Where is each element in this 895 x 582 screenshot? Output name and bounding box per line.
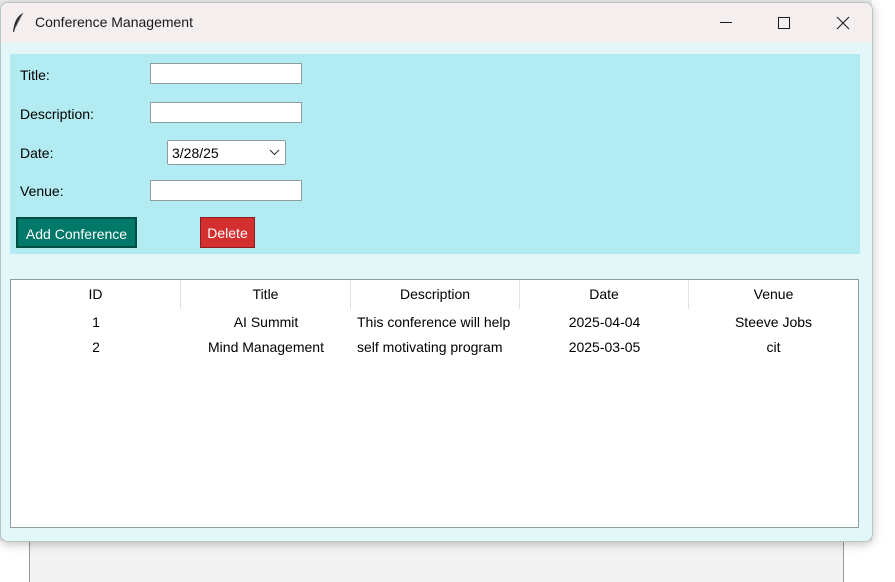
column-header-date[interactable]: Date: [520, 280, 689, 309]
cell-title: Mind Management: [208, 339, 324, 355]
description-input[interactable]: [150, 102, 302, 123]
table-row[interactable]: 1 AI Summit This conference will help 20…: [11, 310, 858, 335]
date-label: Date:: [20, 145, 54, 161]
maximize-button[interactable]: [755, 3, 813, 42]
table-header: ID Title Description Date Venue: [11, 280, 858, 309]
description-label: Description:: [20, 106, 94, 122]
venue-input[interactable]: [150, 180, 302, 201]
minimize-icon: [720, 22, 732, 23]
venue-label: Venue:: [20, 183, 64, 199]
column-header-venue[interactable]: Venue: [689, 280, 858, 309]
title-label: Title:: [20, 67, 50, 83]
column-header-title[interactable]: Title: [181, 280, 351, 309]
column-header-id[interactable]: ID: [11, 280, 181, 309]
cell-date: 2025-03-05: [568, 339, 641, 355]
chevron-down-icon[interactable]: [269, 149, 280, 156]
close-button[interactable]: [813, 3, 871, 42]
title-input[interactable]: [150, 63, 302, 84]
delete-button[interactable]: Delete: [200, 217, 255, 248]
app-window: Conference Management Title: Description…: [0, 2, 873, 542]
feather-icon: [11, 12, 25, 34]
minimize-button[interactable]: [697, 3, 755, 42]
cell-description: self motivating program: [357, 339, 503, 355]
add-conference-button[interactable]: Add Conference: [16, 217, 137, 248]
cell-venue: Steeve Jobs: [734, 314, 813, 330]
title-bar[interactable]: Conference Management: [1, 3, 872, 42]
cell-title: AI Summit: [233, 314, 299, 330]
conference-table[interactable]: ID Title Description Date Venue 1 AI Sum…: [10, 279, 859, 528]
conference-form: Title: Description: Date: 3/28/25 Venue:…: [10, 54, 860, 254]
table-row[interactable]: 2 Mind Management self motivating progra…: [11, 335, 858, 360]
cell-id: 1: [92, 314, 100, 330]
window-title: Conference Management: [35, 14, 193, 30]
maximize-icon: [778, 17, 790, 29]
date-value: 3/28/25: [172, 145, 219, 161]
close-icon: [836, 16, 850, 30]
column-header-description[interactable]: Description: [351, 280, 520, 309]
date-picker[interactable]: 3/28/25: [167, 140, 286, 165]
cell-id: 2: [92, 339, 100, 355]
desktop-background-right: [872, 0, 895, 582]
cell-date: 2025-04-04: [568, 314, 641, 330]
cell-description: This conference will help: [357, 314, 511, 330]
cell-venue: cit: [766, 339, 781, 355]
